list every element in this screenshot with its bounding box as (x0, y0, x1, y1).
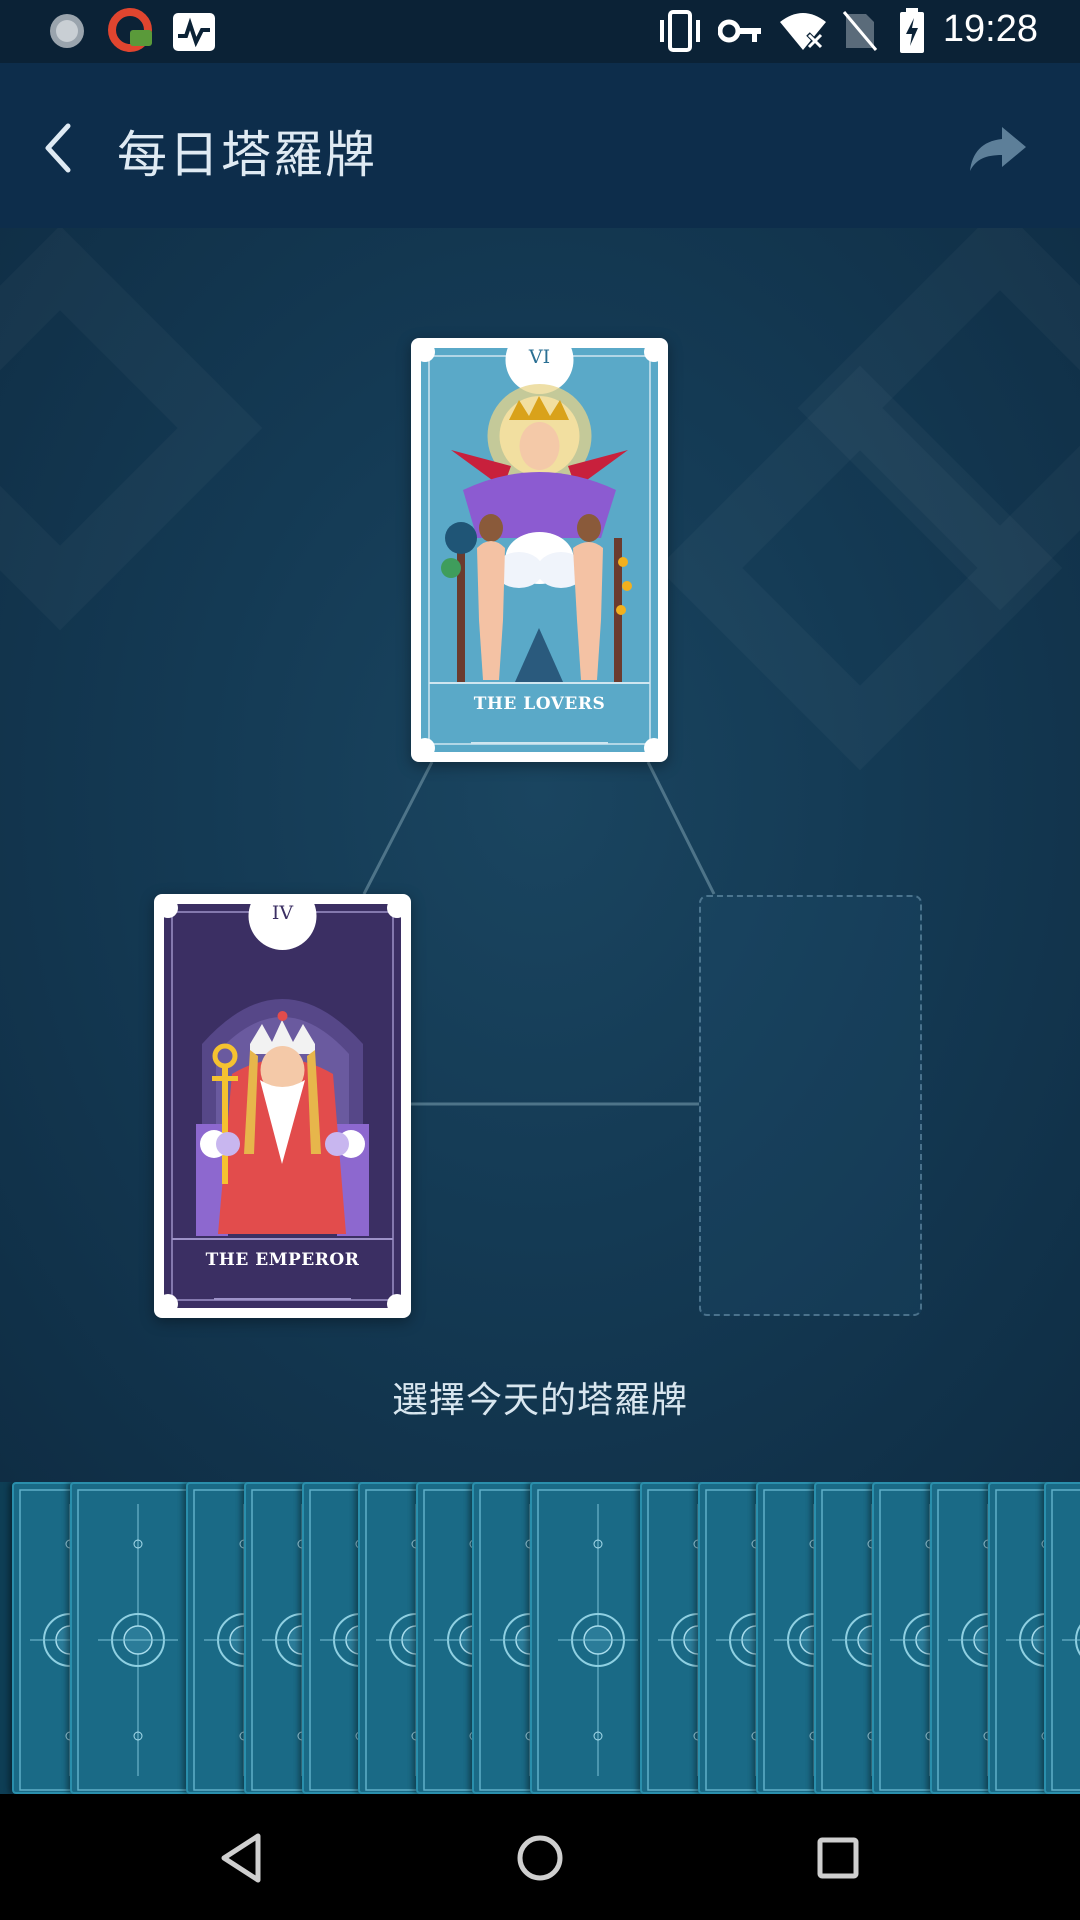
share-arrow-icon[interactable] (968, 123, 1028, 175)
spinner-icon (50, 14, 84, 48)
no-sim-icon (842, 11, 878, 51)
back-arrow-icon[interactable] (40, 118, 80, 178)
status-time: 19:28 (942, 8, 1038, 50)
back-triangle-icon[interactable] (212, 1828, 272, 1888)
vibrate-icon (660, 10, 700, 52)
choose-card-prompt: 選擇今天的塔羅牌 (391, 1380, 688, 1421)
status-bar: 19:28 (0, 0, 1080, 63)
recents-square-icon[interactable] (808, 1828, 868, 1888)
tarot-card-emperor[interactable]: IV THE EMPEROR (154, 894, 411, 1318)
wifi-off-icon (780, 13, 826, 50)
vpn-app-icon (108, 8, 152, 52)
app-bar: 每日塔羅牌 (0, 63, 1080, 228)
card-numeral: IV (271, 902, 294, 924)
card-deck (0, 1482, 1080, 1794)
empty-card-slot[interactable] (699, 895, 922, 1316)
key-icon (718, 19, 761, 43)
tarot-card-lovers[interactable]: VI THE LOVERS (411, 338, 668, 762)
activity-icon (173, 13, 215, 51)
deck-card[interactable] (1044, 1482, 1080, 1794)
system-nav-bar (0, 1794, 1080, 1920)
home-circle-icon[interactable] (510, 1828, 570, 1888)
card-name: THE LOVERS (473, 694, 606, 714)
card-numeral: VI (528, 346, 551, 368)
deck-card[interactable] (70, 1482, 202, 1794)
card-name: THE EMPEROR (205, 1250, 360, 1270)
page-title: 每日塔羅牌 (117, 126, 377, 184)
spread-area: VI THE LOVERS IV THE EMPEROR 選擇今天的塔羅牌 (0, 228, 1080, 1482)
battery-charging-icon (900, 8, 924, 53)
